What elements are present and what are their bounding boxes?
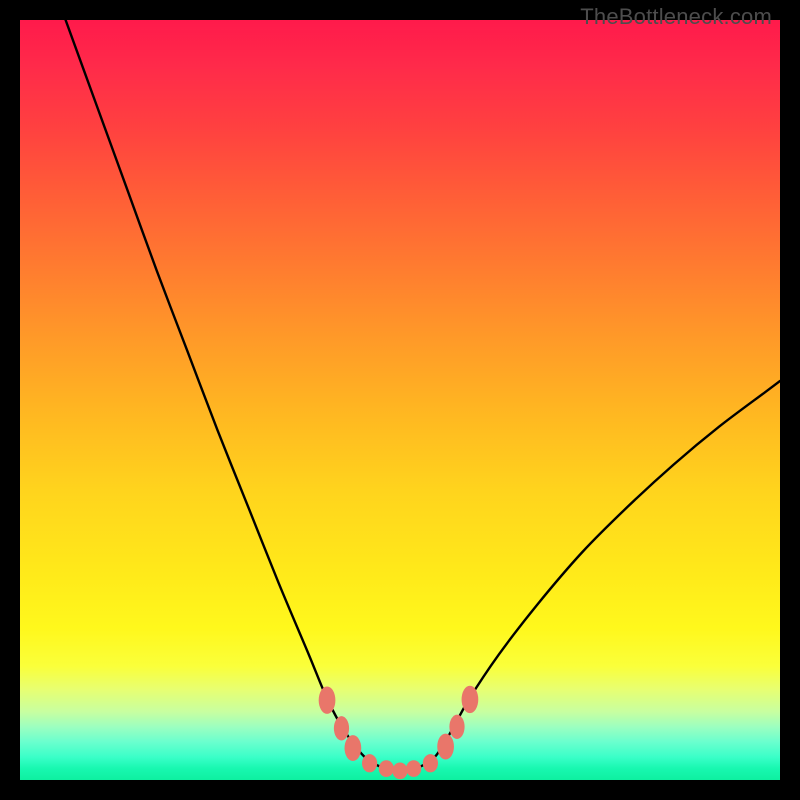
marker-bottom-3 (392, 763, 407, 780)
marker-bottom-1 (362, 754, 377, 772)
bottleneck-curve-svg (20, 20, 780, 780)
marker-right-mid (449, 715, 464, 739)
marker-left-mid (334, 716, 349, 740)
marker-left-lower (345, 735, 362, 761)
marker-right-lower (437, 734, 454, 760)
marker-right-upper (462, 686, 479, 713)
plot-frame (20, 20, 780, 780)
source-credit: TheBottleneck.com (580, 4, 772, 30)
marker-bottom-2 (379, 760, 394, 777)
marker-left-upper (319, 687, 336, 714)
marker-bottom-5 (423, 754, 438, 772)
curve-markers (319, 686, 479, 779)
bottleneck-curve (66, 20, 780, 771)
marker-bottom-4 (406, 760, 421, 777)
